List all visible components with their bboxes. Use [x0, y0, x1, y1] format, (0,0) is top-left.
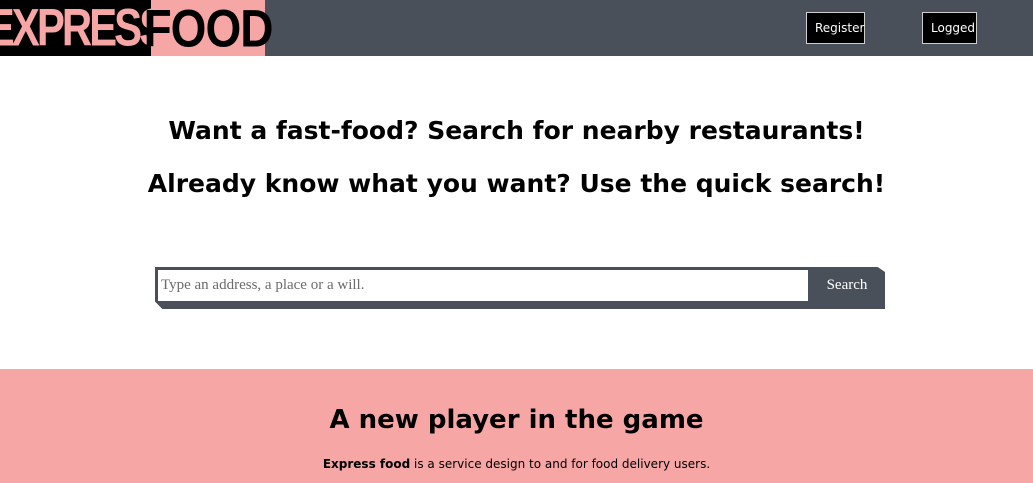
search-button[interactable]: Search: [809, 267, 885, 303]
quick-search-bar: Search: [155, 267, 885, 309]
hero-section: Want a fast-food? Search for nearby rest…: [0, 56, 1033, 369]
about-description-rest: is a service design to and for food deli…: [410, 457, 711, 471]
about-brand-name: Express food: [322, 457, 411, 471]
express-food-logo[interactable]: EXPRESS FOOD: [0, 0, 273, 58]
top-navbar: EXPRESS FOOD Register Logged: [0, 0, 1033, 58]
logo-express-part: EXPRESS: [0, 0, 167, 57]
logged-button[interactable]: Logged: [922, 12, 977, 44]
logo-food-part: FOOD: [143, 0, 273, 58]
register-button[interactable]: Register: [806, 12, 865, 44]
hero-heading-quick-search: Already know what you want? Use the quic…: [147, 169, 886, 198]
search-input[interactable]: [158, 270, 808, 301]
hero-heading-search-nearby: Want a fast-food? Search for nearby rest…: [168, 116, 865, 145]
about-title: A new player in the game: [329, 405, 704, 435]
about-description: Express food is a service design to and …: [0, 457, 1033, 471]
about-section: A new player in the game Express food is…: [0, 369, 1033, 483]
